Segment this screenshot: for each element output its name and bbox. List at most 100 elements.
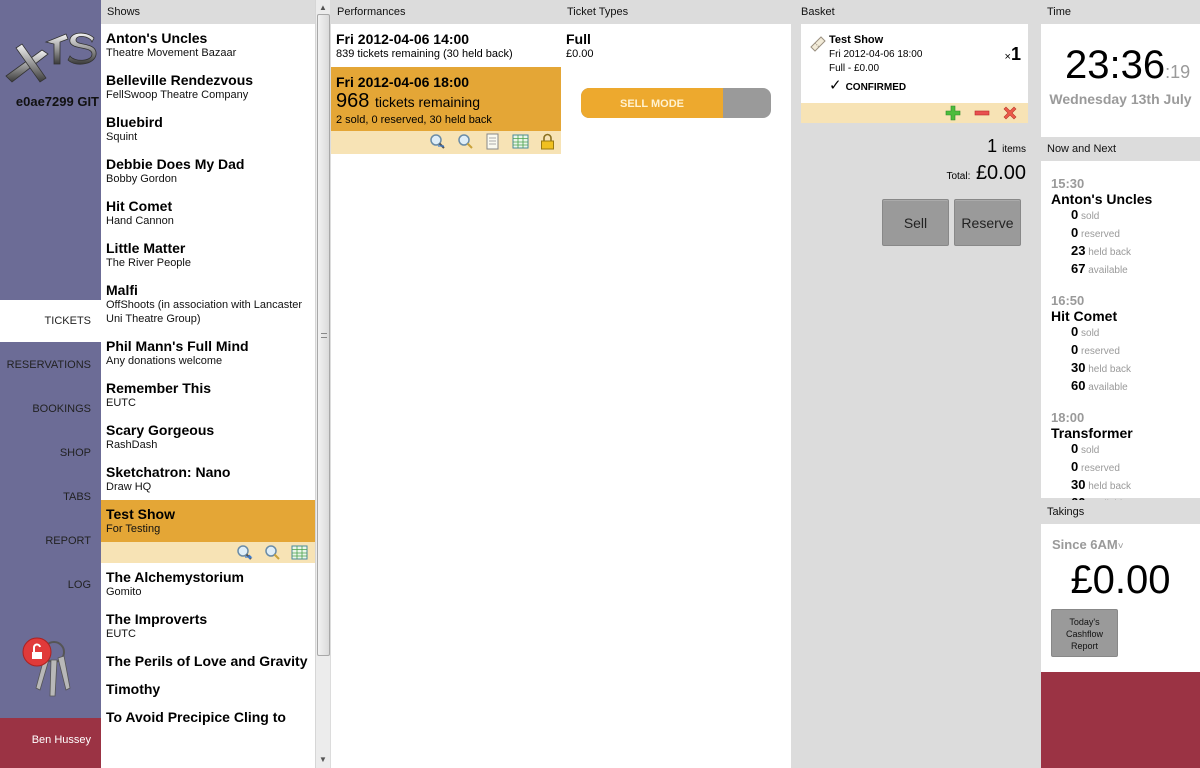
lock-icon[interactable] [539, 133, 556, 150]
show-item-selected[interactable]: Test Show For Testing [101, 500, 315, 542]
current-user[interactable]: Ben Hussey [0, 718, 101, 768]
performance-item-selected[interactable]: Fri 2012-04-06 18:00 968 tickets remaini… [331, 67, 561, 131]
now-next-item: 18:00 Transformer 0 sold 0 reserved 30 h… [1051, 410, 1200, 513]
show-title: Anton's Uncles [106, 30, 208, 46]
basket-date: Fri 2012-04-06 18:00 [829, 49, 923, 60]
cashflow-report-button[interactable]: Today's Cashflow Report [1051, 609, 1118, 657]
ticket-icon [810, 36, 826, 52]
ticket-types-panel: Full £0.00 SELL MODE [561, 24, 791, 768]
nn-sold: 0 sold [1071, 324, 1100, 339]
shows-header: Shows [101, 0, 315, 24]
nav-shop[interactable]: SHOP [0, 432, 101, 474]
basket-total: Total: £0.00 [946, 162, 1026, 185]
search-edit-icon[interactable] [264, 544, 281, 561]
show-item[interactable]: Remember This EUTC [101, 374, 315, 416]
chevron-down-icon: ˅ [1117, 541, 1124, 552]
nav-reservations[interactable]: RESERVATIONS [0, 344, 101, 386]
show-item[interactable]: Debbie Does My Dad Bobby Gordon [101, 150, 315, 192]
show-item[interactable]: Little Matter The River People [101, 234, 315, 276]
search-forward-icon[interactable] [236, 544, 253, 561]
now-next-panel: 15:30 Anton's Uncles 0 sold 0 reserved 2… [1041, 161, 1200, 510]
sell-mode-toggle[interactable]: SELL MODE [581, 88, 771, 118]
keys-lock-icon[interactable] [18, 632, 78, 698]
show-title: Scary Gorgeous [106, 422, 215, 438]
nn-time: 18:00 [1051, 410, 1085, 425]
show-item[interactable]: Scary Gorgeous RashDash [101, 416, 315, 458]
ticket-type-item[interactable]: Full £0.00 [566, 31, 594, 61]
show-title: Sketchatron: Nano [106, 464, 231, 480]
nav-log[interactable]: LOG [0, 564, 101, 606]
show-company: FellSwoop Theatre Company [106, 89, 249, 101]
show-title: To Avoid Precipice Cling to [106, 709, 286, 725]
nn-held-back: 30 held back [1071, 477, 1132, 492]
takings-period-dropdown[interactable]: Since 6AM˅ [1052, 537, 1124, 552]
show-company: Hand Cannon [106, 215, 174, 227]
now-next-item: 16:50 Hit Comet 0 sold 0 reserved 30 hel… [1051, 293, 1200, 396]
nav-bookings[interactable]: BOOKINGS [0, 388, 101, 430]
plus-icon[interactable] [945, 105, 961, 121]
sell-button[interactable]: Sell [882, 199, 949, 246]
show-title: Phil Mann's Full Mind [106, 338, 249, 354]
reserve-button[interactable]: Reserve [954, 199, 1021, 246]
search-forward-icon[interactable] [429, 133, 446, 150]
spreadsheet-icon[interactable] [512, 133, 529, 150]
takings-panel: Since 6AM˅ £0.00 Today's Cashflow Report [1041, 524, 1200, 672]
show-item[interactable]: The Perils of Love and Gravity [101, 647, 315, 675]
basket-item: Test Show Fri 2012-04-06 18:00 Full - £0… [801, 24, 1028, 123]
quantity-value: 1 [1010, 44, 1021, 64]
show-title: Belleville Rendezvous [106, 72, 254, 88]
clock: 23:36:19 [1065, 43, 1190, 94]
basket-header: Basket [795, 0, 1025, 24]
takings-amount: £0.00 [1070, 558, 1171, 602]
search-edit-icon[interactable] [457, 133, 474, 150]
total-value: £0.00 [975, 162, 1026, 184]
basket-show: Test Show [829, 34, 884, 46]
show-title: The Alchemystorium [106, 569, 244, 585]
show-item[interactable]: Hit Comet Hand Cannon [101, 192, 315, 234]
nav-tickets[interactable]: TICKETS [0, 300, 101, 342]
clock-time: 23:36 [1065, 43, 1166, 87]
ticket-type-name: Full [566, 31, 591, 47]
show-item[interactable]: Malfi OffShoots (in association with Lanc… [101, 276, 315, 332]
nn-show-name: Transformer [1051, 425, 1133, 441]
scrollbar-thumb[interactable] [317, 14, 330, 656]
show-item[interactable]: The Alchemystorium Gomito [101, 563, 315, 605]
show-title: The Improverts [106, 611, 208, 627]
show-company: EUTC [106, 628, 136, 640]
basket-item-toolbar [801, 103, 1028, 123]
show-item[interactable]: Bluebird Squint [101, 108, 315, 150]
main-nav: e0ae7299 GIT TICKETS RESERVATIONS BOOKIN… [0, 0, 101, 768]
show-title: Remember This [106, 380, 212, 396]
show-item[interactable]: The Improverts EUTC [101, 605, 315, 647]
nav-tabs[interactable]: TABS [0, 476, 101, 518]
performances-header: Performances [331, 0, 561, 24]
nn-reserved: 0 reserved [1071, 459, 1120, 474]
shows-list: Anton's Uncles Theatre Movement Bazaar Be… [101, 24, 315, 768]
show-title: Test Show [106, 506, 175, 522]
show-company: For Testing [106, 523, 161, 535]
nn-held-back: 30 held back [1071, 360, 1132, 375]
spreadsheet-icon[interactable] [291, 544, 308, 561]
show-item[interactable]: Sketchatron: Nano Draw HQ [101, 458, 315, 500]
basket-panel: Basket Test Show Fri 2012-04-06 18:00 Fu… [791, 0, 1041, 768]
scroll-down-icon[interactable]: ▼ [319, 755, 327, 764]
performance-toolbar [331, 131, 561, 154]
nn-show-name: Anton's Uncles [1051, 191, 1153, 207]
show-item[interactable]: Phil Mann's Full Mind Any donations welco… [101, 332, 315, 374]
show-item[interactable]: Anton's Uncles Theatre Movement Bazaar [101, 24, 315, 66]
minus-icon[interactable] [974, 105, 990, 121]
show-item[interactable]: To Avoid Precipice Cling to [101, 703, 315, 731]
show-item[interactable]: Belleville Rendezvous FellSwoop Theatre C… [101, 66, 315, 108]
tickets-remaining-count: 968 [336, 90, 370, 112]
remove-icon[interactable] [1002, 105, 1018, 121]
nav-report[interactable]: REPORT [0, 520, 101, 562]
performance-item[interactable]: Fri 2012-04-06 14:00 839 tickets remaini… [331, 24, 561, 67]
shows-scrollbar[interactable]: ▲ ▼ [315, 0, 330, 768]
document-icon[interactable] [484, 133, 501, 150]
performance-remaining: 839 tickets remaining (30 held back) [336, 48, 513, 60]
clock-seconds: :19 [1165, 62, 1191, 82]
scroll-up-icon[interactable]: ▲ [319, 3, 327, 12]
show-title: The Perils of Love and Gravity [106, 653, 308, 669]
show-item[interactable]: Timothy [101, 675, 315, 703]
nn-available: 67 available [1071, 261, 1128, 276]
